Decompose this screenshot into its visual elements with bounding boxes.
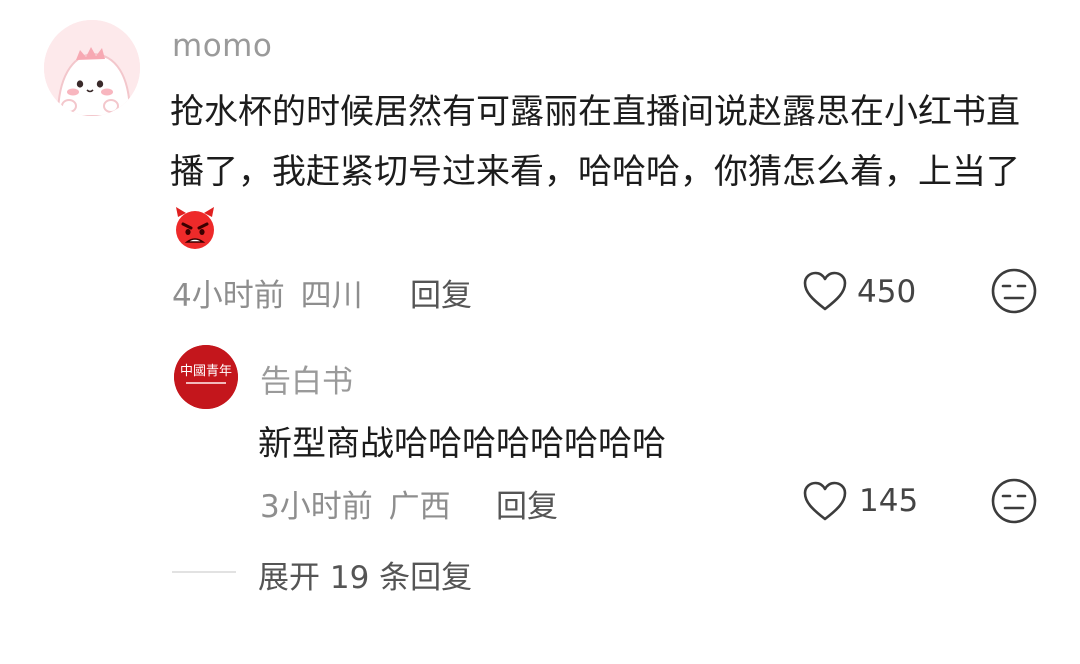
comment-location: 四川 <box>300 278 363 314</box>
expand-replies-button[interactable]: 展开 19 条回复 <box>258 552 472 597</box>
meh-face-icon <box>991 478 1037 524</box>
dislike-button[interactable] <box>990 267 1038 319</box>
avatar[interactable] <box>44 20 140 116</box>
comment-username[interactable]: momo <box>172 28 272 64</box>
like-button[interactable] <box>802 270 848 316</box>
pink-dino-avatar-icon <box>44 20 140 116</box>
reply-avatar[interactable]: 中國青年 <box>174 345 238 409</box>
reply-time: 3小时前 <box>260 489 373 525</box>
heart-icon <box>803 271 847 311</box>
reply-button[interactable]: 回复 <box>410 270 472 315</box>
meh-face-icon <box>991 268 1037 314</box>
comment-text: 抢水杯的时候居然有可露丽在直播间说赵露思在小红书直播了，我赶紧切号过来看，哈哈哈… <box>170 92 1020 192</box>
angry-face-icon <box>176 207 214 249</box>
china-youth-logo-avatar: 中國青年 <box>174 345 238 409</box>
comment-meta: 4小时前 四川 <box>172 270 363 315</box>
reply-like-count: 145 <box>859 483 919 519</box>
reply-username[interactable]: 告白书 <box>260 356 353 401</box>
comment-time: 4小时前 <box>172 278 285 314</box>
avatar-logo-text: 中國青年 <box>180 364 232 379</box>
reply-like-button[interactable] <box>802 480 848 526</box>
reply-reply-button[interactable]: 回复 <box>496 481 558 526</box>
like-count: 450 <box>857 274 917 310</box>
reply-meta: 3小时前 广西 <box>260 481 451 526</box>
reply-text: 新型商战哈哈哈哈哈哈哈哈 <box>258 424 666 464</box>
comment-body: 抢水杯的时候居然有可露丽在直播间说赵露思在小红书直播了，我赶紧切号过来看，哈哈哈… <box>170 82 1050 262</box>
reply-dislike-button[interactable] <box>990 477 1038 529</box>
reply-location: 广西 <box>388 489 451 525</box>
divider <box>172 571 236 573</box>
heart-icon <box>803 481 847 521</box>
